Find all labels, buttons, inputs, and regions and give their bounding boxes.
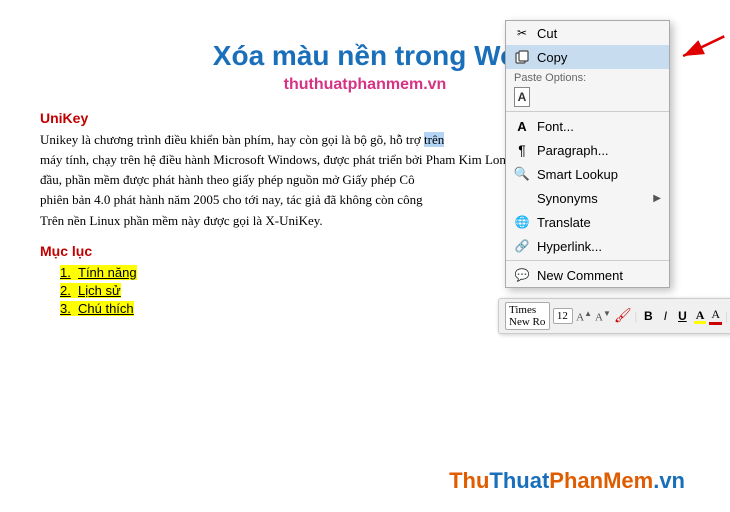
smart-lookup-icon: 🔍 [514, 166, 530, 182]
bold-button[interactable]: B [640, 308, 657, 324]
underline-button[interactable]: U [674, 308, 691, 324]
context-menu-synonyms[interactable]: Synonyms ▶ [506, 186, 669, 210]
context-menu-cut[interactable]: ✂ Cut [506, 21, 669, 45]
divider2: | [725, 309, 727, 324]
copy-label: Copy [537, 50, 661, 65]
synonyms-icon [514, 190, 530, 206]
copy-icon [514, 49, 530, 65]
hyperlink-label: Hyperlink... [537, 239, 661, 254]
font-icon: A [514, 118, 530, 134]
separator1 [506, 111, 669, 112]
paste-options-label: Paste Options: [506, 69, 669, 85]
paragraph-label: Paragraph... [537, 143, 661, 158]
synonyms-arrow: ▶ [653, 193, 661, 204]
context-menu: ✂ Cut Copy Paste Options: A A Font... ¶ … [505, 20, 670, 288]
red-arrow [666, 32, 726, 62]
font-label: Font... [537, 119, 661, 134]
eraser-icon[interactable]: 🖌 [614, 308, 632, 325]
font-shrink-down[interactable]: A▼ [595, 309, 611, 324]
context-menu-smart-lookup[interactable]: 🔍 Smart Lookup [506, 162, 669, 186]
paragraph-icon: ¶ [514, 142, 530, 158]
context-menu-font[interactable]: A Font... [506, 114, 669, 138]
paste-icon: A [514, 89, 530, 105]
context-menu-paragraph[interactable]: ¶ Paragraph... [506, 138, 669, 162]
translate-icon: 🌐 [514, 214, 530, 230]
cut-label: Cut [537, 26, 661, 41]
translate-label: Translate [537, 215, 661, 230]
font-color-button[interactable]: A [694, 309, 707, 324]
mini-toolbar: Times New Ro 12 A▲ A▼ 🖌 | B I U A A | ☰ … [498, 298, 730, 334]
smart-lookup-label: Smart Lookup [537, 167, 661, 182]
context-menu-paste[interactable]: A [506, 85, 669, 109]
new-comment-label: New Comment [537, 268, 661, 283]
italic-button[interactable]: I [660, 308, 671, 324]
font-selector[interactable]: Times New Ro [505, 302, 550, 330]
highlight-color-button[interactable]: A [709, 307, 722, 325]
font-size-selector[interactable]: 12 [553, 308, 573, 324]
synonyms-label: Synonyms [537, 191, 646, 206]
context-menu-hyperlink[interactable]: 🔗 Hyperlink... [506, 234, 669, 258]
link-icon: 🔗 [514, 238, 530, 254]
footer-brand: ThuThuatPhanMem.vn [449, 468, 685, 494]
separator2 [506, 260, 669, 261]
context-menu-copy[interactable]: Copy [506, 45, 669, 69]
context-menu-translate[interactable]: 🌐 Translate [506, 210, 669, 234]
comment-icon: 💬 [514, 267, 530, 283]
divider1: | [635, 309, 637, 324]
scissors-icon: ✂ [514, 25, 530, 41]
font-grow-up[interactable]: A▲ [576, 309, 592, 324]
context-menu-new-comment[interactable]: 💬 New Comment [506, 263, 669, 287]
